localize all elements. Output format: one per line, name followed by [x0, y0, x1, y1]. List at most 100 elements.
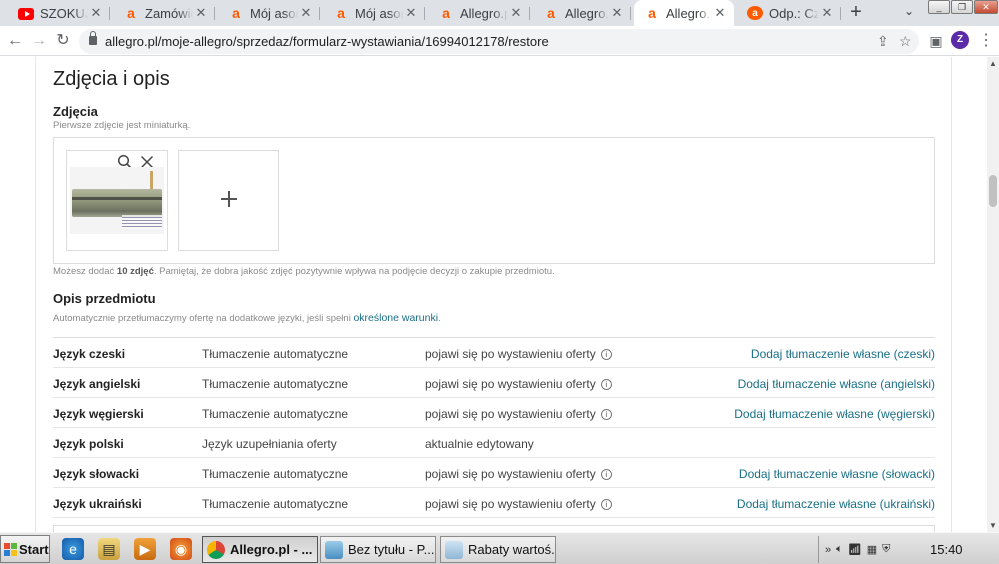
photos-hint: Pierwsze zdjęcie jest miniaturką. [53, 120, 191, 131]
scroll-up-icon[interactable]: ▲ [989, 59, 997, 68]
windows-taskbar: Start e ▤ ▶ ◉ Allegro.pl - ... Bez tytułu… [0, 532, 999, 564]
translation-status-text: pojawi się po wystawieniu oferty [425, 347, 596, 361]
clock: 15:40 [930, 542, 963, 557]
tab-title: Allegro.pl [666, 5, 712, 21]
reload-icon[interactable]: ↻ [52, 30, 74, 52]
taskbar-window-button[interactable]: Rabaty wartoś... [440, 536, 556, 563]
scroll-down-icon[interactable]: ▼ [989, 521, 997, 530]
info-icon[interactable]: i [600, 409, 612, 420]
url-text[interactable]: allegro.pl/moje-allegro/sprzedaz/formula… [105, 34, 549, 49]
notepad-icon [445, 540, 463, 559]
browser-tab[interactable]: a Mój asorty✕ [323, 0, 425, 26]
start-label: Start [19, 541, 49, 557]
forward-arrow-icon[interactable]: → [28, 30, 50, 52]
minimize-button[interactable]: _ [928, 0, 950, 14]
translation-status-text: pojawi się po wystawieniu oferty [425, 377, 596, 391]
allegro-circle-icon: a [747, 6, 763, 20]
tab-close-icon[interactable]: ✕ [88, 5, 104, 21]
add-own-translation-link[interactable]: Dodaj tłumaczenie własne (angielski) [738, 377, 935, 391]
product-photo [70, 167, 164, 234]
side-panel-icon[interactable]: ▣ [925, 30, 947, 52]
photos-heading: Zdjęcia [53, 104, 98, 119]
media-player-icon[interactable]: ▶ [134, 538, 156, 560]
browser-tab[interactable]: SZOKUJĄC✕ [8, 0, 110, 26]
youtube-icon [18, 7, 34, 20]
info-icon[interactable]: i [600, 349, 612, 360]
add-own-translation-link[interactable]: Dodaj tłumaczenie własne (ukraiński) [737, 497, 935, 511]
info-icon[interactable]: i [600, 499, 612, 510]
browser-tab[interactable]: a Mój asorty✕ [218, 0, 320, 26]
tab-close-icon[interactable]: ✕ [819, 5, 835, 21]
language-name: Język ukraiński [53, 497, 142, 511]
network-signal-icon[interactable]: 📶︎ [848, 543, 862, 556]
translation-status-text: pojawi się po wystawieniu oferty [425, 407, 596, 421]
language-row: Język angielski Tłumaczenie automatyczne p… [53, 368, 935, 398]
tab-title: Odp.: Czy [769, 5, 819, 21]
bookmark-star-icon[interactable]: ☆ [899, 33, 912, 50]
share-icon[interactable]: ⇪ [877, 33, 889, 50]
allegro-icon: a [337, 5, 345, 21]
translation-hint: Automatycznie przetłumaczymy ofertę na d… [53, 312, 441, 324]
display-icon[interactable]: ▦ [867, 543, 877, 556]
security-icon[interactable]: ⛨ [882, 543, 890, 556]
tab-title: Mój asorty [355, 5, 403, 21]
new-tab-button[interactable]: + [846, 2, 866, 24]
address-bar[interactable]: allegro.pl/moje-allegro/sprzedaz/formula… [79, 29, 919, 54]
close-window-button[interactable]: ✕ [974, 0, 998, 14]
window-controls: _ ❐ ✕ [928, 0, 999, 14]
translation-status-text: pojawi się po wystawieniu oferty [425, 467, 596, 481]
add-own-translation-link[interactable]: Dodaj tłumaczenie własne (czeski) [751, 347, 935, 361]
taskbar-window-label: Allegro.pl - ... [230, 542, 313, 557]
tab-title: Allegro.pl [565, 5, 609, 21]
photo-thumbnail[interactable] [66, 150, 168, 251]
browser-tab[interactable]: a Odp.: Czy✕ [737, 0, 841, 26]
browser-tab[interactable]: a Zamówieni✕ [113, 0, 215, 26]
tab-close-icon[interactable]: ✕ [609, 5, 625, 21]
conditions-link[interactable]: określone warunki [353, 312, 438, 324]
taskbar-window-label: Bez tytułu - P... [348, 542, 435, 557]
offer-form-card: Zdjęcia i opis Zdjęcia Pierwsze zdjęcie … [35, 57, 952, 532]
taskbar-window-button[interactable]: Bez tytułu - P... [320, 536, 436, 563]
tab-close-icon[interactable]: ✕ [193, 5, 209, 21]
translation-mode: Tłumaczenie automatyczne [202, 377, 349, 391]
photo-upload-area [53, 137, 935, 264]
language-name: Język słowacki [53, 467, 140, 481]
translation-status: pojawi się po wystawieniu oferty i [425, 467, 612, 481]
internet-explorer-icon[interactable]: e [62, 538, 84, 560]
photos-limit-hint: Możesz dodać 10 zdjęć. Pamiętaj, że dobr… [53, 266, 555, 277]
browser-tab[interactable]: a Allegro.pl✕ [533, 0, 631, 26]
menu-kebab-icon[interactable]: ⋮ [978, 30, 994, 50]
scrollbar-thumb[interactable] [989, 175, 997, 207]
translation-mode: Język uzupełniania oferty [202, 437, 337, 451]
tab-search-chevron-icon[interactable]: ⌄ [904, 4, 914, 18]
folder-icon[interactable]: ▤ [98, 538, 120, 560]
info-icon[interactable]: i [600, 379, 612, 390]
tray-expand-icon[interactable]: » [825, 544, 831, 556]
maximize-button[interactable]: ❐ [951, 0, 973, 14]
language-row: Język czeski Tłumaczenie automatyczne poja… [53, 338, 935, 368]
tab-close-icon[interactable]: ✕ [403, 5, 419, 21]
add-own-translation-link[interactable]: Dodaj tłumaczenie własne (węgierski) [734, 407, 935, 421]
tab-close-icon[interactable]: ✕ [712, 5, 728, 21]
taskbar-window-button[interactable]: Allegro.pl - ... [202, 536, 318, 563]
windows-logo-icon [4, 542, 17, 556]
allegro-icon: a [232, 5, 240, 21]
language-name: Język węgierski [53, 407, 144, 421]
volume-icon[interactable]: 🔈︎ [836, 543, 843, 556]
add-photo-button[interactable] [178, 150, 279, 251]
browser-tab[interactable]: a Allegro.pl✕ [634, 0, 734, 26]
browser-tab[interactable]: a Allegro.pl✕ [428, 0, 530, 26]
info-icon[interactable]: i [600, 469, 612, 480]
tab-close-icon[interactable]: ✕ [508, 5, 524, 21]
page-scrollbar[interactable]: ▲ ▼ [987, 57, 999, 532]
tab-close-icon[interactable]: ✕ [298, 5, 314, 21]
add-own-translation-link[interactable]: Dodaj tłumaczenie własne (słowacki) [739, 467, 935, 481]
profile-avatar[interactable]: Z [951, 31, 969, 49]
back-arrow-icon[interactable]: ← [4, 30, 26, 52]
language-row: Język węgierski Tłumaczenie automatyczne p… [53, 398, 935, 428]
start-button[interactable]: Start [0, 535, 50, 563]
paint-icon [325, 540, 343, 559]
firefox-icon[interactable]: ◉ [170, 538, 192, 560]
tab-title: Mój asorty [250, 5, 298, 21]
translation-mode: Tłumaczenie automatyczne [202, 347, 349, 361]
